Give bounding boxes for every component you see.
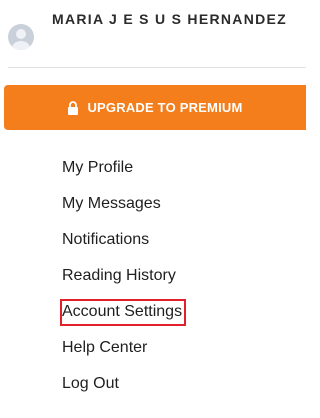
lock-icon (67, 100, 79, 115)
divider (8, 67, 306, 68)
menu-item-notifications[interactable]: Notifications (62, 222, 186, 258)
account-menu-panel: MARIA J E S U S HERNANDEZ UPGRADE TO PRE… (0, 0, 306, 418)
menu-item-label: Account Settings (60, 298, 187, 326)
menu-item-my-profile[interactable]: My Profile (62, 150, 186, 186)
menu-item-help-center[interactable]: Help Center (62, 330, 186, 366)
user-silhouette-icon (12, 29, 30, 50)
menu-item-reading-history[interactable]: Reading History (62, 258, 186, 294)
menu-item-label: Notifications (62, 230, 150, 248)
menu-item-label: Log Out (62, 374, 119, 392)
menu-item-label: Help Center (62, 338, 148, 356)
user-header: MARIA J E S U S HERNANDEZ (8, 8, 298, 60)
user-name: MARIA J E S U S HERNANDEZ (52, 11, 288, 27)
menu-item-my-messages[interactable]: My Messages (62, 186, 186, 222)
menu-item-label: My Profile (62, 158, 134, 176)
menu-item-label: Reading History (62, 266, 176, 284)
upgrade-to-premium-button[interactable]: UPGRADE TO PREMIUM (4, 85, 306, 130)
menu-item-label: My Messages (62, 194, 161, 212)
menu-item-log-out[interactable]: Log Out (62, 366, 186, 402)
menu-item-account-settings[interactable]: Account Settings (60, 294, 187, 330)
upgrade-label: UPGRADE TO PREMIUM (87, 100, 243, 115)
account-menu: My Profile My Messages Notifications Rea… (60, 150, 187, 402)
avatar[interactable] (8, 24, 34, 50)
